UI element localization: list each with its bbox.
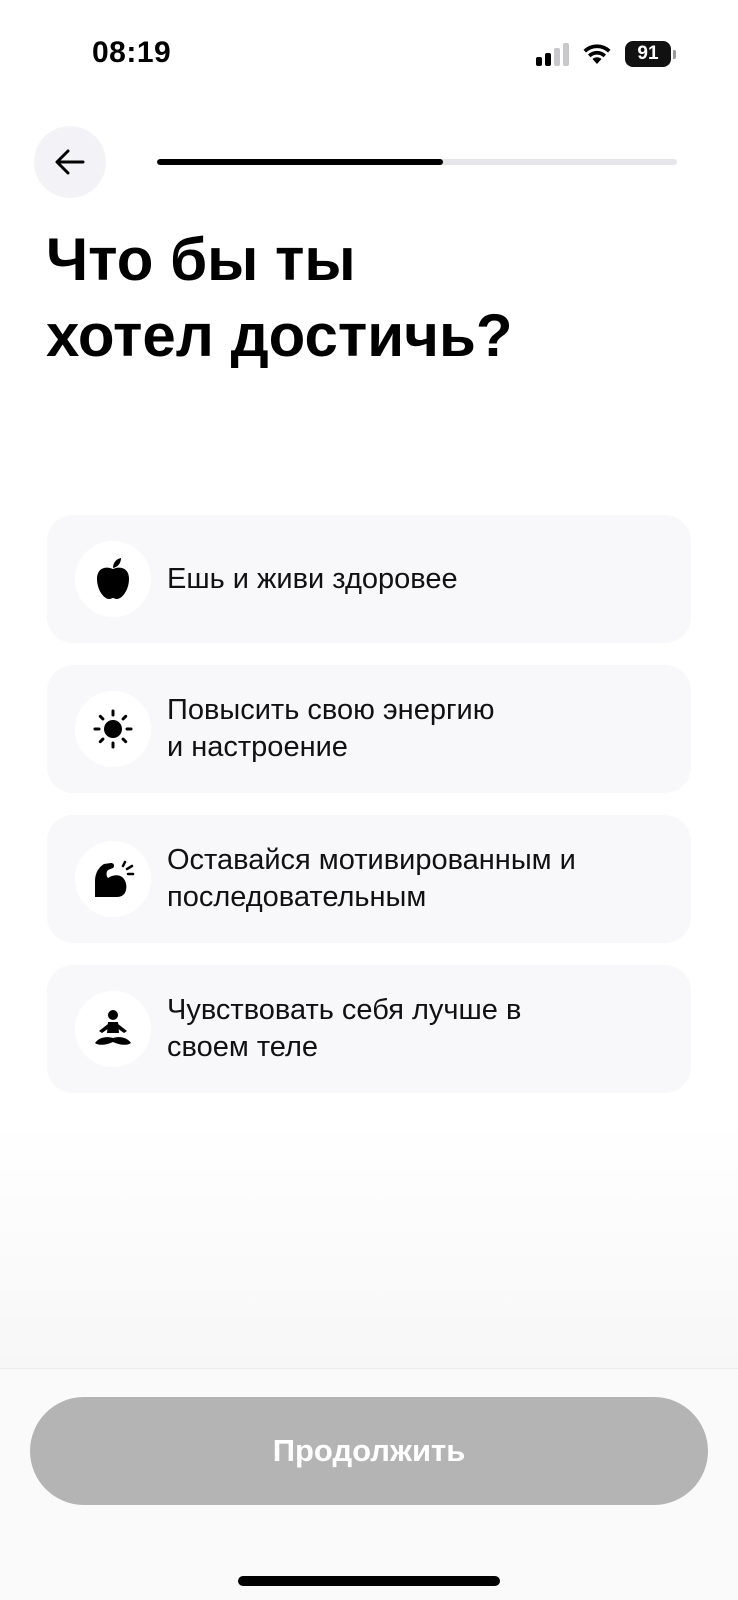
option-label: Ешь и живи здоровее — [167, 562, 458, 595]
battery-icon: 91 — [625, 41, 676, 67]
option-icon-container — [75, 691, 151, 767]
goal-options-list: Ешь и живи здоровее Повысить свою энерги… — [47, 515, 691, 1115]
battery-level: 91 — [625, 41, 671, 67]
goal-option-feel-better[interactable]: Чувствовать себя лучше в своем теле — [47, 965, 691, 1093]
progress-bar — [157, 159, 677, 165]
option-label: Повысить свою энергию и настроение — [167, 694, 495, 763]
option-icon-container — [75, 991, 151, 1067]
home-indicator — [238, 1576, 500, 1586]
option-label: Чувствовать себя лучше в своем теле — [167, 994, 522, 1063]
goal-option-eat-healthy[interactable]: Ешь и живи здоровее — [47, 515, 691, 643]
page-title-line-2: хотел достичь? — [46, 302, 513, 369]
page-title-line-1: Что бы ты — [46, 226, 356, 293]
apple-icon — [97, 558, 129, 599]
status-icons: 91 — [536, 38, 676, 70]
option-icon-container — [75, 541, 151, 617]
screen: 08:19 91 Что бы ты хотел достичь? Ешь и … — [0, 0, 738, 1600]
wifi-icon — [583, 44, 611, 64]
continue-button[interactable]: Продолжить — [30, 1397, 708, 1505]
goal-option-motivated[interactable]: Оставайся мотивированным и последователь… — [47, 815, 691, 943]
option-icon-container — [75, 841, 151, 917]
cellular-signal-icon — [536, 42, 569, 66]
option-label: Оставайся мотивированным и последователь… — [167, 844, 576, 913]
arrow-left-icon — [55, 149, 85, 175]
bottom-fade — [0, 1120, 738, 1368]
progress-fill — [157, 159, 443, 165]
flexed-biceps-icon — [95, 860, 135, 897]
status-time: 08:19 — [92, 36, 172, 69]
back-button[interactable] — [34, 126, 106, 198]
goal-option-energy-mood[interactable]: Повысить свою энергию и настроение — [47, 665, 691, 793]
sun-icon — [93, 709, 133, 749]
page-title: Что бы ты хотел достичь? — [46, 222, 686, 374]
meditation-icon — [95, 1010, 131, 1045]
